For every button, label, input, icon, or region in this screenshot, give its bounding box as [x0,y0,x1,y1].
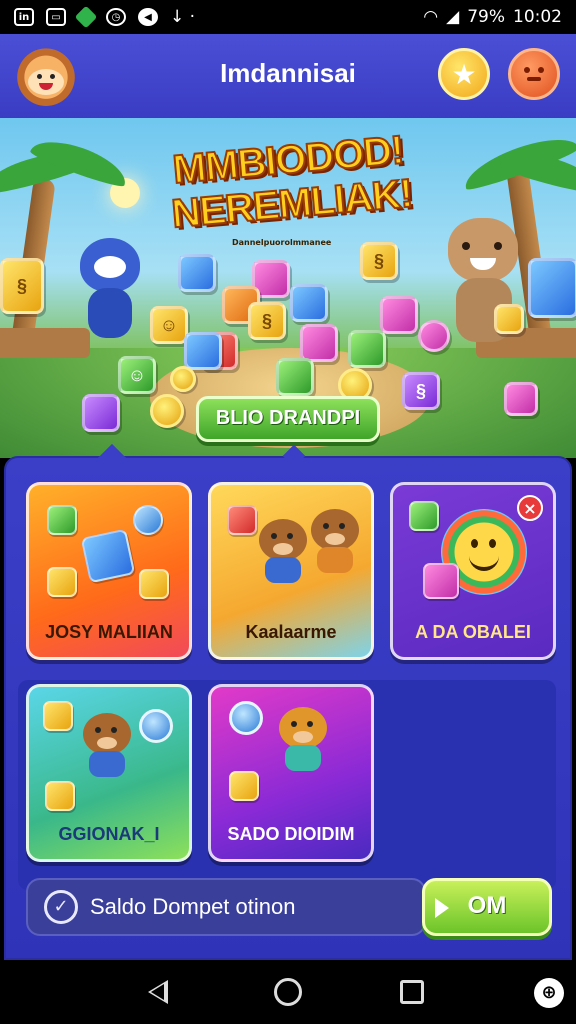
game-card-label: Kaalaarme [245,622,337,642]
gem-block [494,304,524,334]
bear-body [265,557,301,583]
character-body [88,288,132,338]
banner-subtitle: Dannelpuorolmmanee [232,238,332,247]
gem-block [348,330,386,368]
message-notification-icon: ▭ [46,8,66,26]
gem-block [276,358,314,396]
accessibility-icon[interactable]: ⊕ [534,978,564,1008]
game-card-4[interactable]: GGIONAK_I [26,684,192,862]
coin [150,394,184,428]
close-icon[interactable]: × [517,495,543,521]
battery-percent: 79% [467,7,505,27]
game-card-label: JOSY MALIIAN [45,622,173,642]
download-icon: ↓ · [170,7,196,27]
gem-icon [47,505,77,535]
bear-head [279,707,327,749]
lollipop-icon [229,701,263,735]
gem-block [300,324,338,362]
gem-icon [409,501,439,531]
game-card-1[interactable]: JOSY MALIIAN [26,482,192,660]
bear-character [275,707,331,771]
bear-body [285,745,321,771]
play-icon [435,898,449,918]
character-head [448,218,518,282]
flower-decoration [418,320,450,352]
app-notification-icon: in [14,8,34,26]
gem-icon [80,528,136,584]
game-panel: JOSY MALIIAN Kaalaarme × A DA OBALEI GGI… [4,443,572,960]
gem-icon [43,701,73,731]
lollipop-icon [139,709,173,743]
clock-notification-icon: ◷ [106,8,126,26]
game-card-5[interactable]: SADO DIOIDIM [208,684,374,862]
clock-time: 10:02 [513,7,562,27]
gem-icon [139,569,169,599]
face-icon [521,63,547,85]
star-icon: ★ [451,57,477,91]
system-nav-bar: ⊕ [0,960,576,1024]
coin [170,366,196,392]
bear-character [307,509,363,573]
bear-head [259,519,307,561]
game-card-3[interactable]: × A DA OBALEI [390,482,556,660]
gem-block [380,296,418,334]
recent-apps-icon[interactable] [400,980,424,1004]
character-head [80,238,140,292]
game-notification-icon [74,5,98,29]
profile-mood-button[interactable] [508,48,560,100]
game-card-2[interactable]: Kaalaarme [208,482,374,660]
gem-icon [423,563,459,599]
favorites-button[interactable]: ★ [438,48,490,100]
gem-block: ☺ [150,306,188,344]
daily-reward-text: Saldo Dompet otinon [90,894,296,919]
gem-block: § [248,302,286,340]
gem-block [184,332,222,370]
banner-play-button[interactable]: BLIO DRANDPI [196,396,380,442]
gem-icon [229,771,259,801]
game-card-label: SADO DIOIDIM [227,824,355,844]
gem-block [290,284,328,322]
banner-title: MMBIODOD! NEREMLIAK! [147,126,434,238]
gem-icon [47,567,77,597]
gem-block: § [0,258,44,314]
signal-icon: ◢ [446,7,460,27]
gem-block: § [360,242,398,280]
bear-body [317,547,353,573]
bear-character [255,519,311,583]
gem-icon [45,781,75,811]
ok-button[interactable]: OM [422,878,552,936]
media-notification-icon: ◀ [138,8,158,26]
game-card-label: A DA OBALEI [415,622,531,642]
bear-head [83,713,131,755]
gem-block: ☺ [118,356,156,394]
bear-character [79,713,135,777]
daily-reward-bar[interactable]: ✓ Saldo Dompet otinon [26,878,426,936]
home-icon[interactable] [274,978,302,1006]
gem-block [504,382,538,416]
check-icon: ✓ [44,890,78,924]
game-card-label: GGIONAK_I [58,824,160,844]
back-icon[interactable] [148,980,168,1004]
gem-icon [133,505,163,535]
promo-banner[interactable]: § § ☺ § ☺ § MMBIODOD! NEREMLIAK! Dannelp… [0,118,576,458]
wifi-icon: ◠ [423,7,439,27]
gem-block [178,254,216,292]
status-bar: in ▭ ◷ ◀ ↓ · ◠ ◢ 79% 10:02 [0,0,576,34]
gem-block: § [402,372,440,410]
app-header: Imdannisai ★ [0,34,576,118]
bear-body [89,751,125,777]
fruit-icon [227,505,257,535]
bear-head [311,509,359,551]
blue-character [70,238,150,348]
gem-block [82,394,120,432]
ok-button-label: OM [467,892,507,919]
gem-block [528,258,576,318]
